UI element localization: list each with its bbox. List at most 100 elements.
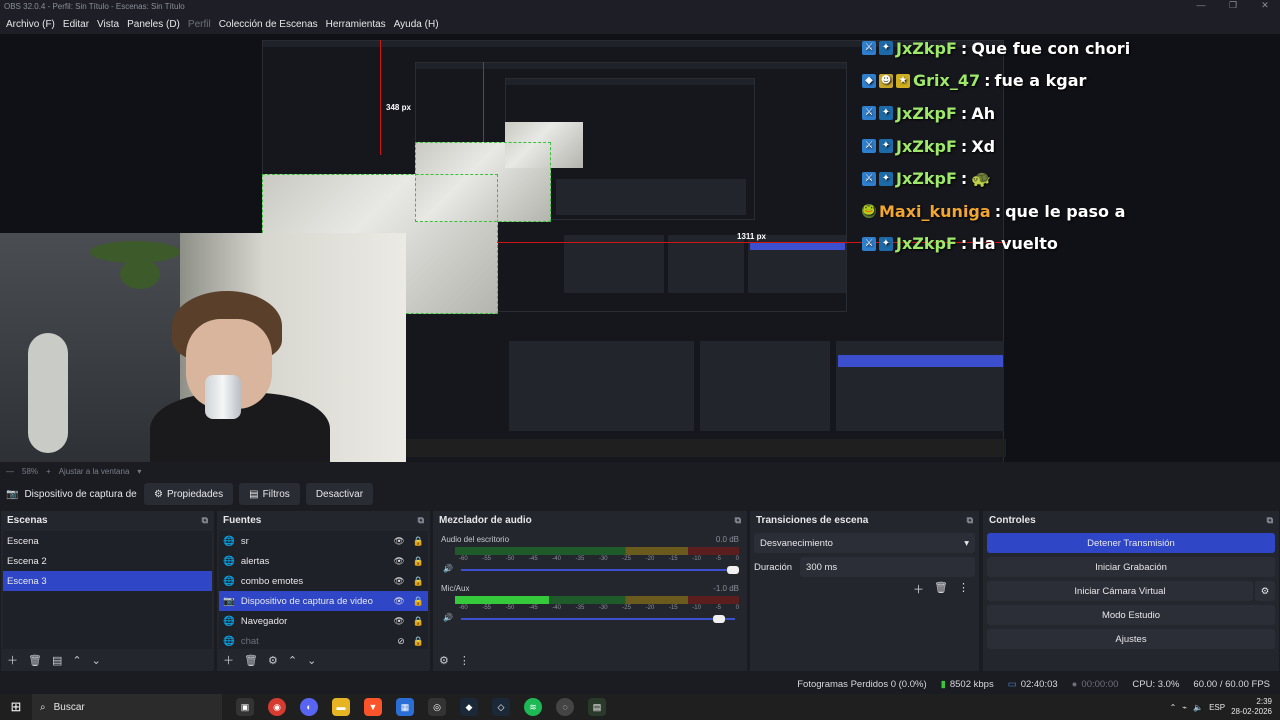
virtual-cam-settings-icon[interactable]: ⚙ [1255, 581, 1275, 601]
eye-icon[interactable]: 👁 [393, 616, 404, 627]
disable-button[interactable]: Desactivar [305, 483, 374, 505]
chat-text: Ah [971, 103, 996, 123]
trash-icon[interactable]: 🗑 [244, 654, 258, 667]
zoom-plus-icon[interactable]: + [46, 467, 51, 476]
move-down-icon[interactable]: ⌄ [92, 654, 101, 667]
dock-float-icon[interactable]: ⧉ [418, 515, 424, 526]
close-button[interactable]: ✕ [1250, 0, 1280, 11]
source-item[interactable]: 🌐 alertas 👁 🔒 [219, 551, 428, 571]
lock-icon[interactable]: 🔒 [413, 636, 424, 647]
settings-button[interactable]: Ajustes [987, 629, 1275, 649]
chevron-up-icon[interactable]: ⌃ [1170, 703, 1177, 712]
app-icon[interactable]: ◌ [556, 698, 574, 716]
zoom-fit-dropdown[interactable]: Ajustar a la ventana [59, 467, 130, 476]
spotify-icon[interactable]: ≋ [524, 698, 542, 716]
more-options-icon[interactable]: ⋮ [459, 654, 470, 667]
move-up-icon[interactable]: ⌃ [72, 654, 81, 667]
scene-item-selected[interactable]: Escena 3 [3, 571, 212, 591]
trash-icon[interactable]: 🗑 [28, 654, 42, 667]
lock-icon[interactable]: 🔒 [413, 596, 424, 607]
clock-date: 28-02-2026 [1231, 707, 1272, 716]
properties-button[interactable]: ⚙ Propiedades [144, 483, 234, 505]
add-icon[interactable]: ＋ [913, 581, 924, 597]
chrome-icon[interactable]: ◉ [268, 698, 286, 716]
source-item[interactable]: 🌐 combo emotes 👁 🔒 [219, 571, 428, 591]
webcam-capture[interactable] [0, 233, 406, 462]
sword-badge-icon: ⚔ [862, 171, 876, 186]
language-indicator[interactable]: ESP [1209, 703, 1225, 712]
stop-stream-button[interactable]: Detener Transmisión [987, 533, 1275, 553]
volume-slider[interactable]: 🔊 [443, 613, 739, 623]
source-item[interactable]: 🌐 Navegador 👁 🔒 [219, 611, 428, 631]
scene-item[interactable]: Escena [3, 531, 212, 551]
filters-button[interactable]: ▤ Filtros [239, 483, 300, 505]
menu-profile[interactable]: Perfil [184, 19, 215, 30]
store-icon[interactable]: ▦ [396, 698, 414, 716]
sword-badge-icon: ⚔ [862, 106, 876, 121]
preview-canvas[interactable]: 348 px 1311 px ⚔ ✦ JxZkpF : Que fue con … [0, 34, 1280, 462]
mixer-settings-icon[interactable]: ⚙ [439, 654, 449, 667]
minimize-button[interactable]: — [1186, 0, 1216, 10]
chevron-down-icon[interactable]: ▾ [137, 467, 141, 476]
file-explorer-icon[interactable]: ▬ [332, 698, 350, 716]
duration-value: 300 ms [806, 561, 838, 573]
scene-item[interactable]: Escena 2 [3, 551, 212, 571]
task-view-icon[interactable]: ▣ [236, 698, 254, 716]
network-icon[interactable]: ⌁ [1182, 703, 1187, 712]
eye-icon[interactable]: 👁 [393, 536, 404, 547]
transition-select[interactable]: Desvanecimiento ▾ [754, 533, 975, 553]
speaker-icon[interactable]: 🔊 [443, 564, 453, 573]
start-virtual-cam-button[interactable]: Iniciar Cámara Virtual [987, 581, 1253, 601]
lock-icon[interactable]: 🔒 [413, 576, 424, 587]
source-item-hidden[interactable]: 🌐 chat ⊘ 🔒 [219, 631, 428, 651]
source-item-selected[interactable]: 📷 Dispositivo de captura de video 👁 🔒 [219, 591, 428, 611]
gear-icon[interactable]: ⚙ [268, 654, 278, 667]
lock-icon[interactable]: 🔒 [413, 556, 424, 567]
zoom-minus-icon[interactable]: — [6, 467, 14, 476]
studio-mode-button[interactable]: Modo Estudio [987, 605, 1275, 625]
channel-db: -1.0 dB [713, 584, 739, 593]
menu-docks[interactable]: Paneles (D) [123, 19, 184, 30]
lock-icon[interactable]: 🔒 [413, 616, 424, 627]
start-recording-button[interactable]: Iniciar Grabación [987, 557, 1275, 577]
menu-scene-collection[interactable]: Colección de Escenas [215, 19, 322, 30]
steam-icon[interactable]: ◆ [460, 698, 478, 716]
menu-help[interactable]: Ayuda (H) [390, 19, 443, 30]
menu-view[interactable]: Vista [93, 19, 123, 30]
volume-icon[interactable]: 🔈 [1193, 703, 1203, 712]
eye-icon[interactable]: 👁 [393, 596, 404, 607]
obs-icon[interactable]: ◎ [428, 698, 446, 716]
game-icon[interactable]: ▤ [588, 698, 606, 716]
eye-hidden-icon[interactable]: ⊘ [397, 636, 405, 647]
menu-tools[interactable]: Herramientas [322, 19, 390, 30]
virtual-cam-row: Iniciar Cámara Virtual ⚙ [983, 577, 1279, 601]
dock-float-icon[interactable]: ⧉ [735, 515, 741, 526]
brave-icon[interactable]: ▼ [364, 698, 382, 716]
trash-icon[interactable]: 🗑 [934, 581, 948, 597]
menu-edit[interactable]: Editar [59, 19, 93, 30]
duration-input[interactable]: 300 ms [800, 557, 975, 577]
windows-start-icon[interactable]: ⊞ [0, 694, 32, 720]
dock-float-icon[interactable]: ⧉ [202, 515, 208, 526]
speaker-icon[interactable]: 🔊 [443, 613, 453, 622]
dock-float-icon[interactable]: ⧉ [967, 515, 973, 526]
discord-icon[interactable]: ◐ [300, 698, 318, 716]
meter-ticks: -60 -55 -50 -45 -40 -35 -30 -25 -20 -15 -10 -5 0 [459, 556, 739, 562]
move-down-icon[interactable]: ⌄ [307, 654, 316, 667]
add-icon[interactable]: ＋ [223, 652, 234, 668]
lock-icon[interactable]: 🔒 [413, 536, 424, 547]
add-icon[interactable]: ＋ [7, 652, 18, 668]
scene-filters-icon[interactable]: ▤ [52, 654, 62, 667]
more-options-icon[interactable]: ⋮ [958, 581, 969, 597]
clock[interactable]: 2:39 28-02-2026 [1231, 697, 1272, 717]
maximize-button[interactable]: ❐ [1218, 0, 1248, 11]
steam-alt-icon[interactable]: ◇ [492, 698, 510, 716]
move-up-icon[interactable]: ⌃ [288, 654, 297, 667]
dock-float-icon[interactable]: ⧉ [1267, 515, 1273, 526]
volume-slider[interactable]: 🔊 [443, 564, 739, 574]
eye-icon[interactable]: 👁 [393, 576, 404, 587]
taskbar-search[interactable]: ⌕ Buscar [32, 694, 222, 720]
eye-icon[interactable]: 👁 [393, 556, 404, 567]
menu-file[interactable]: Archivo (F) [2, 19, 59, 30]
source-item[interactable]: 🌐 sr 👁 🔒 [219, 531, 428, 551]
